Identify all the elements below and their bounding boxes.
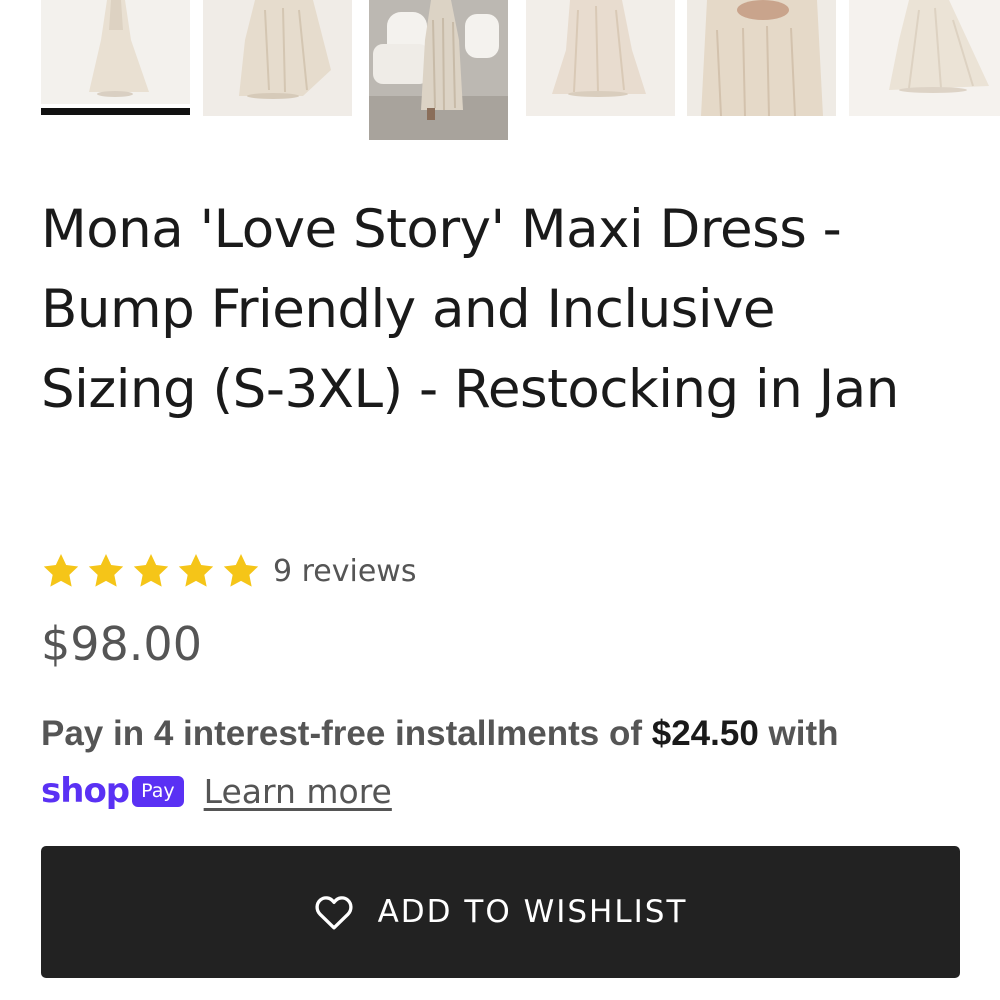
product-thumbnail-3[interactable] xyxy=(369,0,508,140)
dress-photo-image xyxy=(849,0,1000,116)
product-price: $98.00 xyxy=(41,617,202,671)
dress-photo-image xyxy=(41,0,190,104)
dress-photo-image xyxy=(369,0,508,140)
installments-message: Pay in 4 interest-free installments of $… xyxy=(41,712,981,756)
product-thumbnail-6[interactable] xyxy=(849,0,1000,116)
product-thumbnail-5[interactable] xyxy=(687,0,836,116)
star-icon xyxy=(133,554,169,587)
shoppay-logo: shop xyxy=(41,771,130,811)
star-icon xyxy=(178,554,214,587)
installments-prefix: Pay in 4 interest-free installments of xyxy=(41,714,643,753)
product-thumbnail-2[interactable] xyxy=(203,0,352,116)
heart-outline-icon xyxy=(315,896,353,930)
product-title: Mona 'Love Story' Maxi Dress - Bump Frie… xyxy=(41,199,899,420)
product-page: Mona 'Love Story' Maxi Dress - Bump Frie… xyxy=(0,0,1000,1000)
installment-amount: $24.50 xyxy=(651,714,759,753)
shoppay-pay-badge: Pay xyxy=(132,775,184,807)
wishlist-label: ADD TO WISHLIST xyxy=(377,894,688,930)
shoppay-row: shop Pay Learn more xyxy=(41,764,392,818)
product-rating[interactable]: 9 reviews xyxy=(41,548,416,594)
star-icon xyxy=(223,554,259,587)
active-thumbnail-indicator xyxy=(41,108,190,115)
dress-photo-image xyxy=(687,0,836,116)
installments-suffix: with xyxy=(768,714,839,753)
thumbnail-strip xyxy=(0,0,1000,145)
dress-photo-image xyxy=(526,0,675,116)
star-rating xyxy=(41,551,261,591)
product-thumbnail-1[interactable] xyxy=(41,0,190,104)
reviews-link[interactable]: 9 reviews xyxy=(273,554,416,589)
dress-photo-image xyxy=(203,0,352,116)
add-to-wishlist-button[interactable]: ADD TO WISHLIST xyxy=(41,846,960,978)
star-icon xyxy=(88,554,124,587)
star-icon xyxy=(43,554,79,587)
product-thumbnail-4[interactable] xyxy=(526,0,675,116)
learn-more-link[interactable]: Learn more xyxy=(204,772,392,811)
